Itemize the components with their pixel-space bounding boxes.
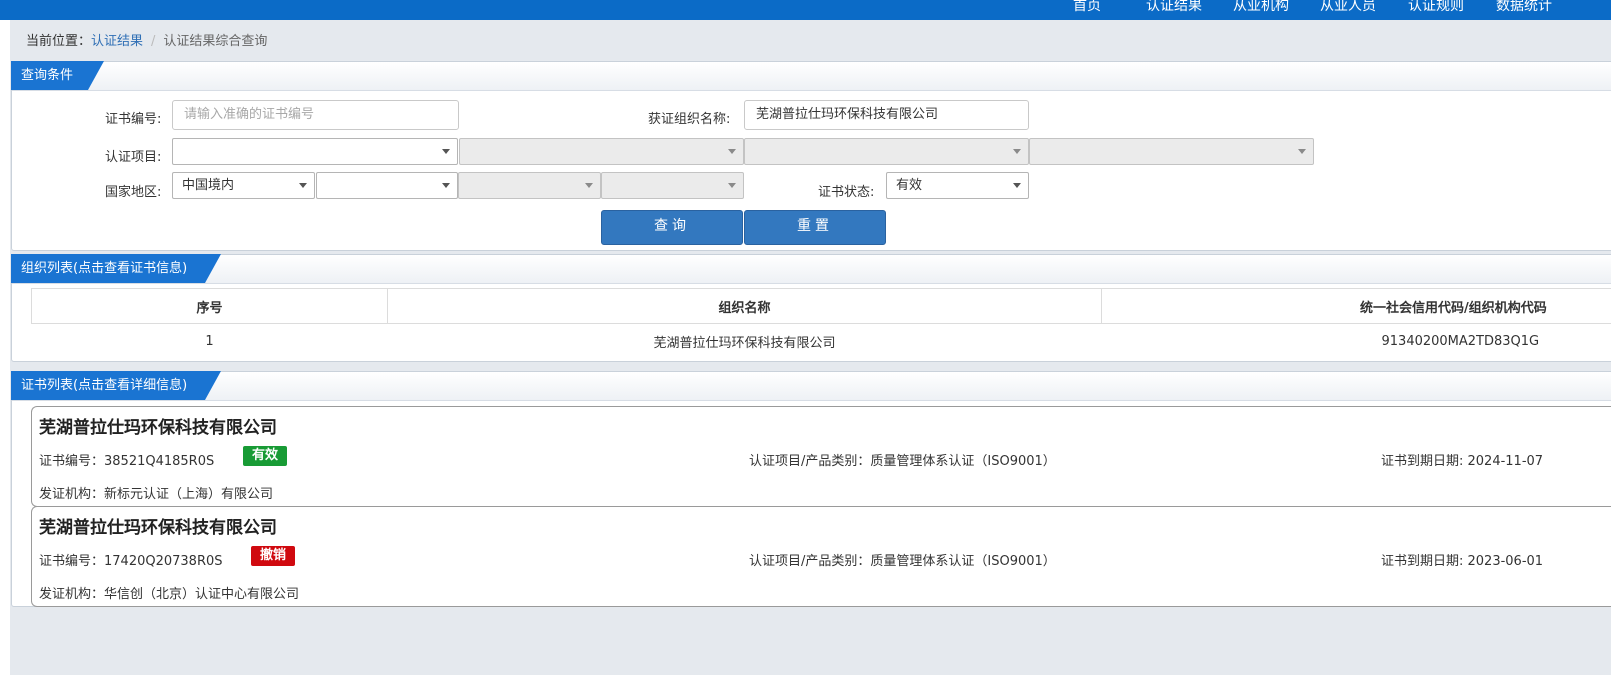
issuer-prefix: 发证机构：: [39, 587, 105, 602]
cert-issuer-text: 发证机构：华信创（北京）认证中心有限公司: [39, 583, 299, 602]
cert-org-name: 芜湖普拉仕玛环保科技有限公司: [39, 418, 277, 438]
query-panel: 查询条件 证书编号: 请输入准确的证书编号 获证组织名称: 芜湖普拉仕玛环保科技…: [11, 61, 1611, 251]
project-select-3[interactable]: [744, 138, 1029, 165]
left-edge-strip: [0, 20, 10, 675]
chevron-down-icon: [1013, 183, 1021, 188]
cert-list-panel: 证书列表(点击查看详细信息) 芜湖普拉仕玛环保科技有限公司 证书编号：38521…: [11, 371, 1611, 607]
project-select-4[interactable]: [1029, 138, 1314, 165]
nav-item-rules[interactable]: 认证规则: [1408, 0, 1464, 15]
chevron-down-icon: [299, 183, 307, 188]
cert-issuer-text: 发证机构：新标元认证（上海）有限公司: [39, 483, 273, 502]
region-select-1-value: 中国境内: [182, 178, 235, 193]
issuer-value: 新标元认证（上海）有限公司: [104, 487, 274, 502]
breadcrumb-prefix: 当前位置：: [26, 34, 92, 49]
region-select-1[interactable]: 中国境内: [172, 172, 315, 199]
column-header-org-name: 组织名称: [387, 288, 1102, 324]
table-row[interactable]: 1 芜湖普拉仕玛环保科技有限公司 91340200MA2TD83Q1G: [32, 324, 1611, 359]
org-table-header: 序号 组织名称 统一社会信用代码/组织机构代码: [31, 288, 1611, 324]
chevron-down-icon: [728, 183, 736, 188]
org-index-cell: 1: [205, 333, 214, 349]
nav-item-agencies[interactable]: 从业机构: [1233, 0, 1289, 15]
issuer-prefix: 发证机构：: [39, 487, 105, 502]
region-select-4[interactable]: [601, 172, 744, 199]
cert-no-label: 证书编号:: [105, 112, 162, 127]
top-nav-bar: 首页 认证结果 从业机构 从业人员 认证规则 数据统计: [0, 0, 1611, 20]
breadcrumb-current: 认证结果综合查询: [163, 34, 268, 49]
project-label: 认证项目:: [105, 150, 162, 165]
query-panel-title: 查询条件: [11, 61, 104, 90]
cert-card[interactable]: 芜湖普拉仕玛环保科技有限公司 证书编号：17420Q20738R0S 撤销 认证…: [31, 506, 1611, 607]
status-badge: 有效: [243, 446, 288, 466]
reset-button[interactable]: 重置: [744, 210, 886, 245]
cert-no-prefix: 证书编号：: [39, 554, 105, 569]
chevron-down-icon: [442, 149, 450, 154]
cert-expiry-text: 证书到期日期: 2023-06-01: [1381, 554, 1544, 569]
column-header-index: 序号: [31, 288, 388, 324]
cert-no-input[interactable]: 请输入准确的证书编号: [172, 100, 459, 130]
org-name-label: 获证组织名称:: [648, 112, 731, 127]
nav-item-statistics[interactable]: 数据统计: [1496, 0, 1552, 15]
chevron-down-icon: [728, 149, 736, 154]
cert-list-panel-header: 证书列表(点击查看详细信息): [12, 372, 1611, 401]
org-list-panel-title: 组织列表(点击查看证书信息): [11, 254, 221, 283]
project-select-1[interactable]: [172, 138, 458, 165]
query-panel-header: 查询条件: [12, 62, 1611, 91]
chevron-down-icon: [1298, 149, 1306, 154]
org-list-panel: 组织列表(点击查看证书信息) 序号 组织名称 统一社会信用代码/组织机构代码 1…: [11, 254, 1611, 362]
status-select[interactable]: 有效: [886, 172, 1029, 199]
status-badge: 撤销: [251, 546, 296, 566]
org-list-panel-header: 组织列表(点击查看证书信息): [12, 255, 1611, 284]
cert-no-text: 证书编号：17420Q20738R0S: [39, 550, 223, 569]
cert-no-prefix: 证书编号：: [39, 454, 105, 469]
chevron-down-icon: [1013, 149, 1021, 154]
column-header-credit-code: 统一社会信用代码/组织机构代码: [1101, 288, 1611, 324]
project-select-2[interactable]: [459, 138, 744, 165]
breadcrumb: 当前位置：认证结果 / 认证结果综合查询: [26, 30, 267, 49]
org-name-cell[interactable]: 芜湖普拉仕玛环保科技有限公司: [388, 324, 1102, 359]
search-button[interactable]: 查询: [601, 210, 743, 245]
cert-list-panel-title: 证书列表(点击查看详细信息): [11, 371, 221, 400]
cert-no-value: 38521Q4185R0S: [104, 454, 215, 469]
nav-item-home[interactable]: 首页: [1073, 0, 1101, 15]
cert-org-name: 芜湖普拉仕玛环保科技有限公司: [39, 518, 277, 538]
status-label: 证书状态:: [818, 185, 875, 200]
cert-card[interactable]: 芜湖普拉仕玛环保科技有限公司 证书编号：38521Q4185R0S 有效 认证项…: [31, 406, 1611, 507]
nav-item-personnel[interactable]: 从业人员: [1320, 0, 1376, 15]
region-select-2[interactable]: [316, 172, 458, 199]
org-name-input[interactable]: 芜湖普拉仕玛环保科技有限公司: [744, 100, 1029, 130]
issuer-value: 华信创（北京）认证中心有限公司: [104, 587, 300, 602]
credit-code-cell: 91340200MA2TD83Q1G: [1381, 333, 1540, 349]
breadcrumb-separator: /: [151, 34, 156, 49]
region-label: 国家地区:: [105, 185, 162, 200]
breadcrumb-link-results[interactable]: 认证结果: [91, 34, 143, 49]
region-select-3[interactable]: [458, 172, 601, 199]
chevron-down-icon: [585, 183, 593, 188]
cert-project-text: 认证项目/产品类别：质量管理体系认证（ISO9001）: [749, 454, 1056, 469]
cert-project-text: 认证项目/产品类别：质量管理体系认证（ISO9001）: [749, 554, 1056, 569]
cert-no-text: 证书编号：38521Q4185R0S: [39, 450, 214, 469]
cert-no-value: 17420Q20738R0S: [104, 554, 223, 569]
cert-expiry-text: 证书到期日期: 2024-11-07: [1381, 454, 1544, 469]
status-select-value: 有效: [896, 178, 923, 193]
org-table: 序号 组织名称 统一社会信用代码/组织机构代码 1 芜湖普拉仕玛环保科技有限公司…: [31, 288, 1611, 358]
nav-item-results[interactable]: 认证结果: [1146, 0, 1202, 15]
chevron-down-icon: [442, 183, 450, 188]
